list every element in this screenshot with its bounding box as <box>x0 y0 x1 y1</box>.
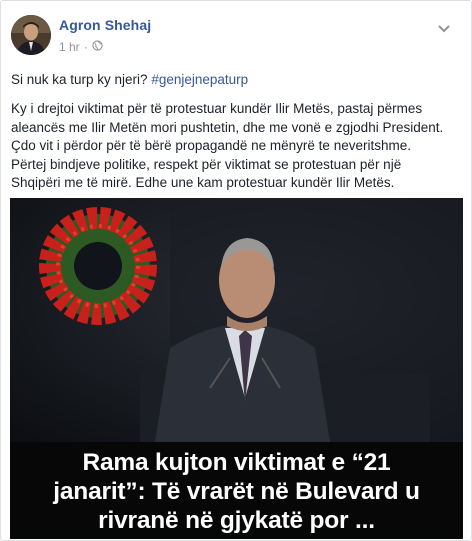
author-avatar[interactable] <box>11 15 51 55</box>
chevron-down-icon[interactable] <box>437 21 451 33</box>
body-line: Përtej bindjeve politike, respekt për vi… <box>11 156 402 172</box>
author-name[interactable]: Agron Shehaj <box>59 17 151 33</box>
post-meta: 1 hr · <box>59 40 103 54</box>
body-line: aleancës me Ilir Metën mori pushtetin, d… <box>11 119 444 135</box>
meta-separator: · <box>83 40 88 54</box>
post-timestamp[interactable]: 1 hr <box>59 40 80 54</box>
post-header: Agron Shehaj 1 hr · <box>11 15 451 59</box>
post-headline: Si nuk ka turp ky njeri? #genjejnepaturp <box>11 71 461 90</box>
hashtag-link[interactable]: #genjejnepaturp <box>151 72 248 87</box>
globe-icon <box>92 40 103 54</box>
image-caption: Rama kujton viktimat e “21 janarit”: Të … <box>10 442 463 539</box>
body-line: Çdo vit i përdor për të bërë propagandë … <box>11 138 411 153</box>
photo-scene <box>10 198 463 442</box>
headline-text: Si nuk ka turp ky njeri? <box>11 72 152 87</box>
wreath-icon <box>39 207 157 325</box>
post-image[interactable]: Rama kujton viktimat e “21 janarit”: Të … <box>10 198 463 539</box>
caption-line: janarit”: Të vrarët në Bulevard u <box>53 478 420 505</box>
body-line: Ky i drejtoi viktimat për të protestuar … <box>11 101 423 116</box>
post-body: Ky i drejtoi viktimat për të protestuar … <box>11 100 461 193</box>
caption-line: Rama kujton viktimat e “21 <box>82 449 391 476</box>
post-card: Agron Shehaj 1 hr · Si nuk ka turp ky nj… <box>0 0 472 541</box>
body-line: Shqipëri me të mirë. Edhe une kam protes… <box>11 175 395 190</box>
caption-line: rivranë në gjykatë por ... <box>98 507 375 534</box>
